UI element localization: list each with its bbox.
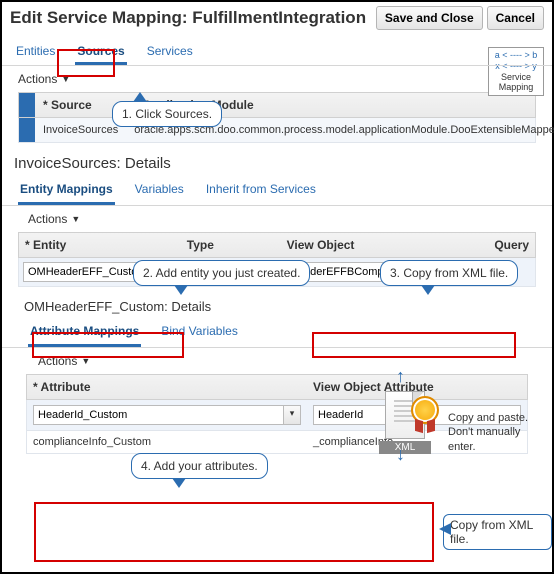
- attribute-columns: * Attribute View Object Attribute: [26, 374, 528, 400]
- save-and-close-button[interactable]: Save and Close: [376, 6, 483, 30]
- service-mapping-label: Service Mapping: [491, 72, 541, 94]
- attribute-dropdown[interactable]: ▾: [284, 405, 301, 425]
- tab-services[interactable]: Services: [145, 40, 195, 65]
- col-query: Query: [488, 233, 535, 257]
- page-title: Edit Service Mapping: FulfillmentIntegra…: [10, 8, 372, 28]
- entity-actions-menu[interactable]: Actions ▼: [2, 206, 552, 232]
- arrow-down-icon: ↓: [396, 444, 405, 465]
- callout-1: 1. Click Sources.: [112, 101, 222, 127]
- col-attribute: * Attribute: [27, 375, 307, 399]
- subtab-entity-mappings[interactable]: Entity Mappings: [18, 176, 115, 205]
- actions-label: Actions: [18, 72, 57, 86]
- top-tabs: Entities Sources Services: [2, 34, 552, 66]
- attr-subtabs: Attribute Mappings Bind Variables: [2, 318, 552, 348]
- callout-5: Copy from XML file.: [443, 514, 552, 550]
- xml-label: XML: [379, 441, 431, 454]
- copy-paste-note: Copy and paste. Don't manually enter.: [448, 411, 548, 454]
- col-type: Type: [181, 233, 281, 257]
- callout-2: 2. Add entity you just created.: [133, 260, 310, 286]
- tab-sources[interactable]: Sources: [75, 40, 126, 65]
- details-subtabs: Entity Mappings Variables Inherit from S…: [2, 176, 552, 206]
- arrow-up-icon: ↑: [396, 366, 405, 387]
- ribbon-award-icon: [411, 396, 441, 426]
- invoice-sources-details-title: InvoiceSources: Details: [2, 143, 552, 176]
- subtab-bind-variables[interactable]: Bind Variables: [159, 318, 240, 347]
- attribute-cell: complianceInfo_Custom: [27, 431, 307, 453]
- entity-columns: * Entity Type View Object Query: [18, 232, 536, 258]
- col-entity: * Entity: [19, 233, 181, 257]
- subtab-inherit[interactable]: Inherit from Services: [204, 176, 318, 205]
- subtab-attribute-mappings[interactable]: Attribute Mappings: [28, 318, 141, 347]
- sources-actions-menu[interactable]: Actions ▼: [2, 66, 552, 92]
- sources-table: * Source Application Module InvoiceSourc…: [18, 92, 536, 143]
- callout-4: 4. Add your attributes.: [131, 453, 268, 479]
- actions-label: Actions: [28, 212, 67, 226]
- actions-label: Actions: [38, 354, 77, 368]
- chevron-down-icon: ▼: [81, 356, 90, 366]
- chevron-down-icon: ▼: [71, 214, 80, 224]
- attribute-input[interactable]: [33, 405, 284, 425]
- highlight-box-attributes: [34, 502, 434, 562]
- selected-row-indicator: [19, 118, 35, 142]
- callout-3: 3. Copy from XML file.: [380, 260, 518, 286]
- chevron-down-icon: ▼: [61, 74, 70, 84]
- cancel-button[interactable]: Cancel: [487, 6, 544, 30]
- col-view-object: View Object: [281, 233, 489, 257]
- row-marker: [19, 93, 35, 117]
- subtab-variables[interactable]: Variables: [133, 176, 186, 205]
- tab-entities[interactable]: Entities: [14, 40, 57, 65]
- entity-details-title: OMHeaderEFF_Custom: Details: [2, 287, 552, 318]
- attr-actions-menu[interactable]: Actions ▼: [2, 348, 552, 374]
- table-row[interactable]: InvoiceSources oracle.apps.scm.doo.commo…: [18, 118, 536, 143]
